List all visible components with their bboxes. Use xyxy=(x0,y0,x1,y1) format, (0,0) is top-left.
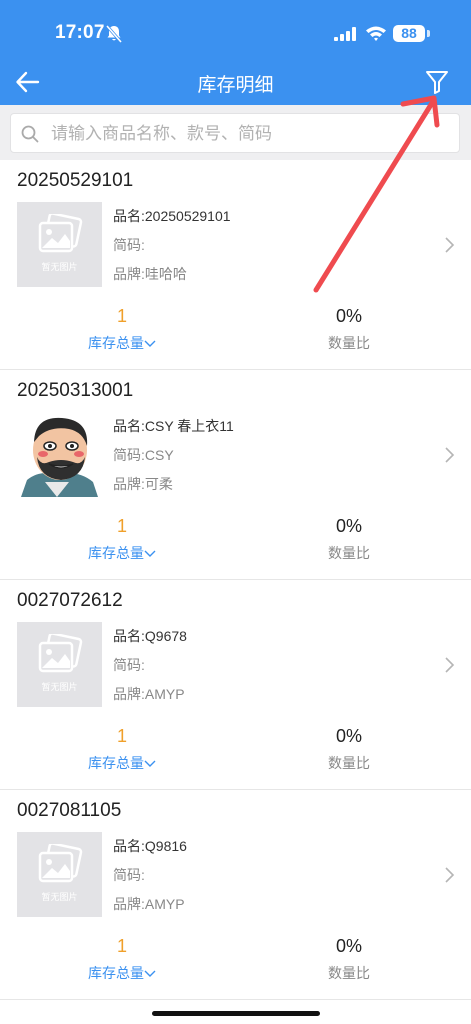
home-indicator xyxy=(152,1011,320,1016)
stock-total-stat: 1 库存总量 xyxy=(47,515,197,563)
inventory-item[interactable]: 0027072612 暂无图片 品名:Q9678 简码: 品牌:AMYP 1 库… xyxy=(0,580,471,790)
quantity-ratio-value: 0% xyxy=(274,515,424,537)
item-brand: 品牌:AMYP xyxy=(113,890,187,919)
image-placeholder-icon xyxy=(37,214,83,258)
battery-tip xyxy=(427,30,430,37)
item-code: 0027081105 xyxy=(17,800,121,822)
chevron-right-icon[interactable] xyxy=(443,236,455,259)
battery-indicator: 88 xyxy=(393,25,425,42)
chevron-right-icon[interactable] xyxy=(443,866,455,889)
chevron-down-icon xyxy=(144,759,156,768)
item-name: 品名:Q9816 xyxy=(113,832,187,861)
item-short-code: 简码: xyxy=(113,231,231,260)
search-box[interactable] xyxy=(10,113,460,153)
status-bar: 17:07 88 xyxy=(0,0,471,62)
item-info: 品名:20250529101 简码: 品牌:哇哈哈 xyxy=(113,202,231,289)
filter-icon[interactable] xyxy=(423,68,451,96)
stock-total-value: 1 xyxy=(47,305,197,327)
item-short-code: 简码:CSY xyxy=(113,441,234,470)
quantity-ratio-value: 0% xyxy=(274,935,424,957)
no-image-placeholder: 暂无图片 xyxy=(17,832,102,917)
stock-total-stat: 1 库存总量 xyxy=(47,305,197,353)
search-icon xyxy=(21,125,39,148)
chevron-right-icon[interactable] xyxy=(443,656,455,679)
item-info: 品名:Q9816 简码: 品牌:AMYP xyxy=(113,832,187,919)
inventory-item[interactable]: 20250313001 品名:CSY 春上衣11 简码:CSY 品牌:可柔 xyxy=(0,370,471,580)
inventory-list: 20250529101 暂无图片 品名:20250529101 简码: 品牌:哇… xyxy=(0,160,471,1000)
stock-total-stat: 1 库存总量 xyxy=(47,935,197,983)
quantity-ratio-stat: 0% 数量比 xyxy=(274,725,424,773)
stock-total-value: 1 xyxy=(47,725,197,747)
page-title: 库存明细 xyxy=(0,70,471,97)
no-image-text: 暂无图片 xyxy=(17,260,102,273)
stock-total-label: 库存总量 xyxy=(88,965,144,981)
stock-total-label: 库存总量 xyxy=(88,335,144,351)
quantity-ratio-value: 0% xyxy=(274,305,424,327)
product-image xyxy=(17,412,102,497)
quantity-ratio-stat: 0% 数量比 xyxy=(274,305,424,353)
header-bar: 17:07 88 xyxy=(0,0,471,105)
item-brand: 品牌:可柔 xyxy=(113,470,234,499)
stock-total-toggle[interactable]: 库存总量 xyxy=(47,543,197,563)
stock-total-label: 库存总量 xyxy=(88,755,144,771)
item-brand: 品牌:哇哈哈 xyxy=(113,260,231,289)
item-info: 品名:Q9678 简码: 品牌:AMYP xyxy=(113,622,187,709)
no-image-text: 暂无图片 xyxy=(17,890,102,903)
item-info: 品名:CSY 春上衣11 简码:CSY 品牌:可柔 xyxy=(113,412,234,499)
chevron-right-icon[interactable] xyxy=(443,446,455,469)
quantity-ratio-label: 数量比 xyxy=(274,963,424,983)
stock-total-toggle[interactable]: 库存总量 xyxy=(47,963,197,983)
quantity-ratio-value: 0% xyxy=(274,725,424,747)
image-placeholder-icon xyxy=(37,844,83,888)
wifi-icon xyxy=(365,25,387,46)
inventory-item[interactable]: 20250529101 暂无图片 品名:20250529101 简码: 品牌:哇… xyxy=(0,160,471,370)
quantity-ratio-label: 数量比 xyxy=(274,543,424,563)
stock-total-label: 库存总量 xyxy=(88,545,144,561)
stock-total-stat: 1 库存总量 xyxy=(47,725,197,773)
quantity-ratio-label: 数量比 xyxy=(274,333,424,353)
stock-total-value: 1 xyxy=(47,935,197,957)
image-placeholder-icon xyxy=(37,634,83,678)
no-image-text: 暂无图片 xyxy=(17,680,102,693)
status-time: 17:07 xyxy=(55,22,105,44)
stock-total-toggle[interactable]: 库存总量 xyxy=(47,333,197,353)
cartoon-avatar-image xyxy=(17,412,102,497)
quantity-ratio-label: 数量比 xyxy=(274,753,424,773)
item-short-code: 简码: xyxy=(113,861,187,890)
item-code: 0027072612 xyxy=(17,590,123,612)
item-name: 品名:CSY 春上衣11 xyxy=(113,412,234,441)
chevron-down-icon xyxy=(144,549,156,558)
chevron-down-icon xyxy=(144,339,156,348)
quantity-ratio-stat: 0% 数量比 xyxy=(274,935,424,983)
inventory-item[interactable]: 0027081105 暂无图片 品名:Q9816 简码: 品牌:AMYP 1 库… xyxy=(0,790,471,1000)
item-code: 20250313001 xyxy=(17,380,133,402)
search-area xyxy=(0,105,471,160)
item-code: 20250529101 xyxy=(17,170,133,192)
item-short-code: 简码: xyxy=(113,651,187,680)
signal-icon xyxy=(334,27,358,46)
no-image-placeholder: 暂无图片 xyxy=(17,622,102,707)
item-name: 品名:Q9678 xyxy=(113,622,187,651)
no-image-placeholder: 暂无图片 xyxy=(17,202,102,287)
quantity-ratio-stat: 0% 数量比 xyxy=(274,515,424,563)
item-brand: 品牌:AMYP xyxy=(113,680,187,709)
item-name: 品名:20250529101 xyxy=(113,202,231,231)
stock-total-toggle[interactable]: 库存总量 xyxy=(47,753,197,773)
bell-muted-icon xyxy=(106,25,122,48)
chevron-down-icon xyxy=(144,969,156,978)
stock-total-value: 1 xyxy=(47,515,197,537)
search-input[interactable] xyxy=(49,116,453,152)
